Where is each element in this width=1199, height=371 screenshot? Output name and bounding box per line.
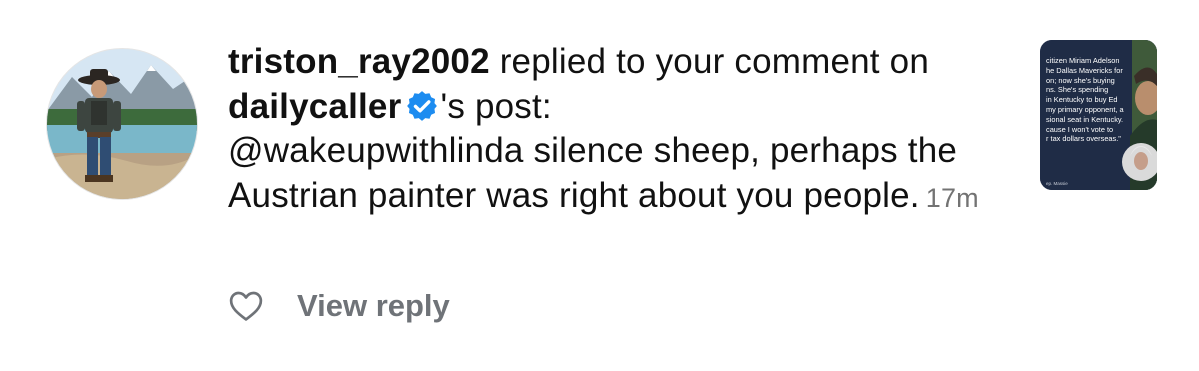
timestamp: 17m <box>925 182 979 213</box>
post-thumbnail[interactable]: citizen Miriam Adelson he Dallas Maveric… <box>1040 40 1157 190</box>
action-text: replied to your comment on <box>489 42 929 81</box>
like-button[interactable] <box>228 288 264 324</box>
avatar-photo <box>47 49 197 199</box>
view-reply-button[interactable]: View reply <box>297 288 450 324</box>
notification-text: triston_ray2002 replied to your comment … <box>228 40 1018 220</box>
thumbnail-quote-text: citizen Miriam Adelson he Dallas Maveric… <box>1046 56 1124 144</box>
username-link[interactable]: triston_ray2002 <box>228 42 490 81</box>
target-account-link[interactable]: dailycaller <box>228 87 401 126</box>
notification-actions: View reply <box>228 284 450 328</box>
verified-badge-icon <box>405 89 439 123</box>
post-suffix: 's post: <box>440 86 552 126</box>
comment-text: @wakeupwithlinda silence sheep, perhaps … <box>228 131 958 215</box>
user-avatar[interactable] <box>46 48 198 200</box>
thumbnail-caption: ep. Massie <box>1046 181 1068 186</box>
heart-outline-icon <box>229 291 263 321</box>
